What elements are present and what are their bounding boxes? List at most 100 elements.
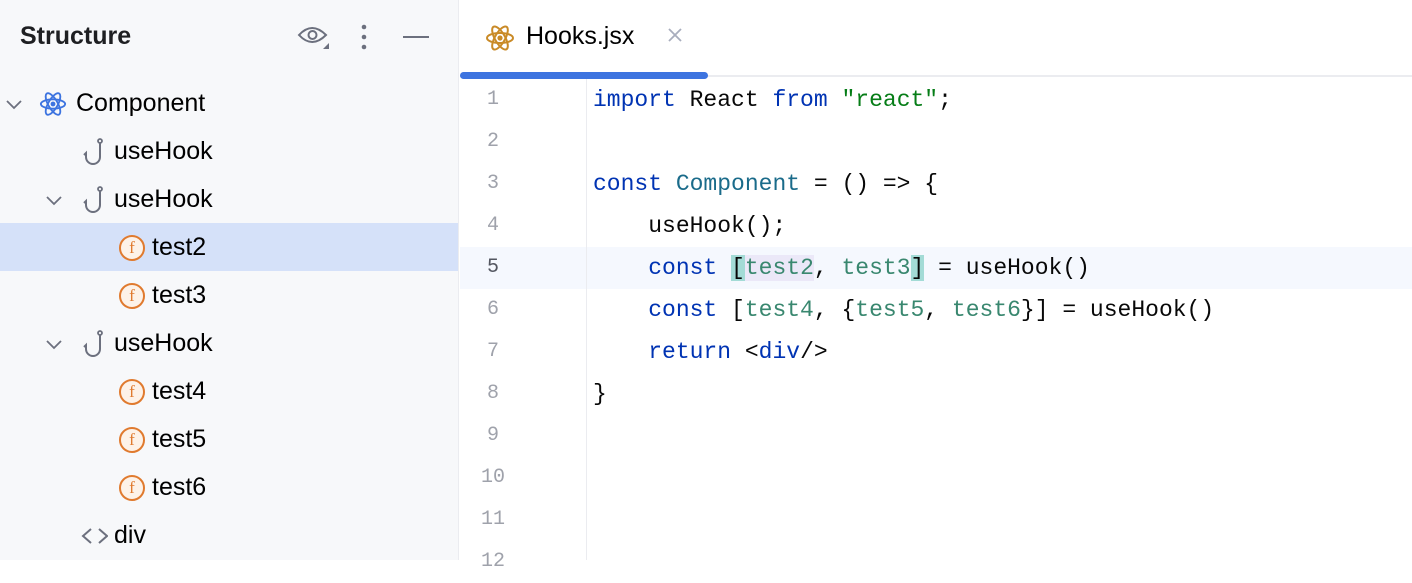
tree-item-label: test5: [152, 425, 207, 453]
code-editor[interactable]: 1 import React from "react"; 2 3 const Compo…: [460, 79, 1412, 573]
code-token: ,: [924, 297, 952, 323]
code-token: ,: [813, 255, 842, 281]
panel-title: Structure: [20, 22, 132, 50]
tree-item-label: test3: [152, 281, 207, 309]
tree-item-label: test2: [152, 233, 207, 261]
code-line: 9: [460, 415, 1412, 457]
tree-item[interactable]: useHook: [0, 319, 458, 367]
code-token: <: [731, 339, 759, 365]
code-text: return <div/>: [593, 331, 828, 373]
tree-item[interactable]: f test5: [0, 415, 458, 463]
code-line: 3 const Component = () => {: [460, 163, 1412, 205]
tree-item-label: useHook: [114, 185, 213, 213]
function-icon: f: [118, 378, 146, 406]
more-options-icon[interactable]: [354, 22, 374, 52]
code-line: 10: [460, 457, 1412, 499]
code-token: const: [593, 171, 663, 197]
code-line: 1 import React from "react";: [460, 79, 1412, 121]
chevron-down-icon[interactable]: [44, 333, 64, 353]
tree-item-label: div: [114, 521, 146, 549]
code-line: 4 useHook();: [460, 205, 1412, 247]
function-icon: f: [118, 234, 146, 262]
hook-icon: [80, 330, 108, 358]
code-line: 5 const [test2, test3] = useHook(): [460, 247, 1412, 289]
code-token: ;: [938, 87, 952, 113]
react-icon: [39, 90, 67, 118]
tree-item-label: useHook: [114, 137, 213, 165]
code-token: test4: [744, 297, 814, 323]
code-line: 7 return <div/>: [460, 331, 1412, 373]
code-token: useHook();: [593, 213, 787, 239]
code-text: }: [593, 373, 607, 415]
code-line: 2: [460, 121, 1412, 163]
view-options-eye-icon[interactable]: [294, 22, 334, 52]
code-token: test3: [841, 255, 911, 281]
code-token: ]: [910, 255, 925, 281]
code-token: [: [717, 297, 745, 323]
tab-hooks-jsx[interactable]: Hooks.jsx: [460, 0, 708, 79]
tree-item[interactable]: f test2: [0, 223, 458, 271]
chevron-down-icon[interactable]: [4, 93, 24, 113]
editor-tab-bar: Hooks.jsx: [460, 0, 1412, 79]
tag-icon: [80, 522, 108, 550]
code-text: const [test4, {test5, test6}] = useHook(…: [593, 289, 1214, 331]
code-token: React: [675, 87, 773, 113]
code-line: 8}: [460, 373, 1412, 415]
function-icon: f: [118, 474, 146, 502]
tree-item-label: test6: [152, 473, 207, 501]
hook-icon: [80, 138, 108, 166]
function-icon: f: [118, 426, 146, 454]
chevron-down-icon[interactable]: [44, 189, 64, 209]
code-token: const: [648, 255, 718, 281]
line-number-gutter: [460, 79, 587, 560]
code-token: , {: [813, 297, 856, 323]
code-line: 6 const [test4, {test5, test6}] = useHoo…: [460, 289, 1412, 331]
structure-tree: Component useHook useHook f test2 f test3 useHo…: [0, 79, 458, 559]
tree-item[interactable]: f test6: [0, 463, 458, 511]
tree-item[interactable]: f test4: [0, 367, 458, 415]
tab-label: Hooks.jsx: [526, 22, 635, 50]
code-token: }: [593, 381, 607, 407]
tree-item[interactable]: useHook: [0, 127, 458, 175]
code-token: />: [800, 339, 828, 365]
active-tab-indicator: [460, 72, 708, 79]
code-token: "react": [841, 87, 939, 113]
code-token: }] = useHook(): [1020, 297, 1215, 323]
code-token: = useHook(): [924, 255, 1090, 281]
code-token: test6: [951, 297, 1021, 323]
code-token: import: [593, 87, 676, 113]
code-token: from: [772, 87, 828, 113]
code-line: 11: [460, 499, 1412, 541]
tree-item-label: Component: [76, 89, 206, 117]
react-file-icon: [485, 23, 515, 58]
hook-icon: [80, 186, 108, 214]
close-tab-icon[interactable]: [667, 27, 683, 48]
code-text: const Component = () => {: [593, 163, 938, 205]
code-token: test5: [855, 297, 925, 323]
code-text: const [test2, test3] = useHook(): [593, 247, 1090, 289]
tree-item[interactable]: useHook: [0, 175, 458, 223]
code-text: useHook();: [593, 205, 786, 247]
code-token: = () => {: [800, 171, 939, 197]
code-token: test2: [744, 255, 814, 281]
structure-panel: Structure Component useHook useHook f test2 f…: [0, 0, 459, 560]
minimize-icon[interactable]: [402, 22, 430, 52]
function-icon: f: [118, 282, 146, 310]
code-line: 12: [460, 541, 1412, 583]
code-token: const: [648, 297, 718, 323]
code-text: import React from "react";: [593, 79, 952, 121]
code-token: Component: [675, 171, 801, 197]
tree-item[interactable]: f test3: [0, 271, 458, 319]
code-token: [: [731, 255, 745, 281]
tree-item[interactable]: div: [0, 511, 458, 559]
tree-item-label: useHook: [114, 329, 213, 357]
code-token: return: [648, 339, 732, 365]
tree-item[interactable]: Component: [0, 79, 458, 127]
tree-item-label: test4: [152, 377, 207, 405]
